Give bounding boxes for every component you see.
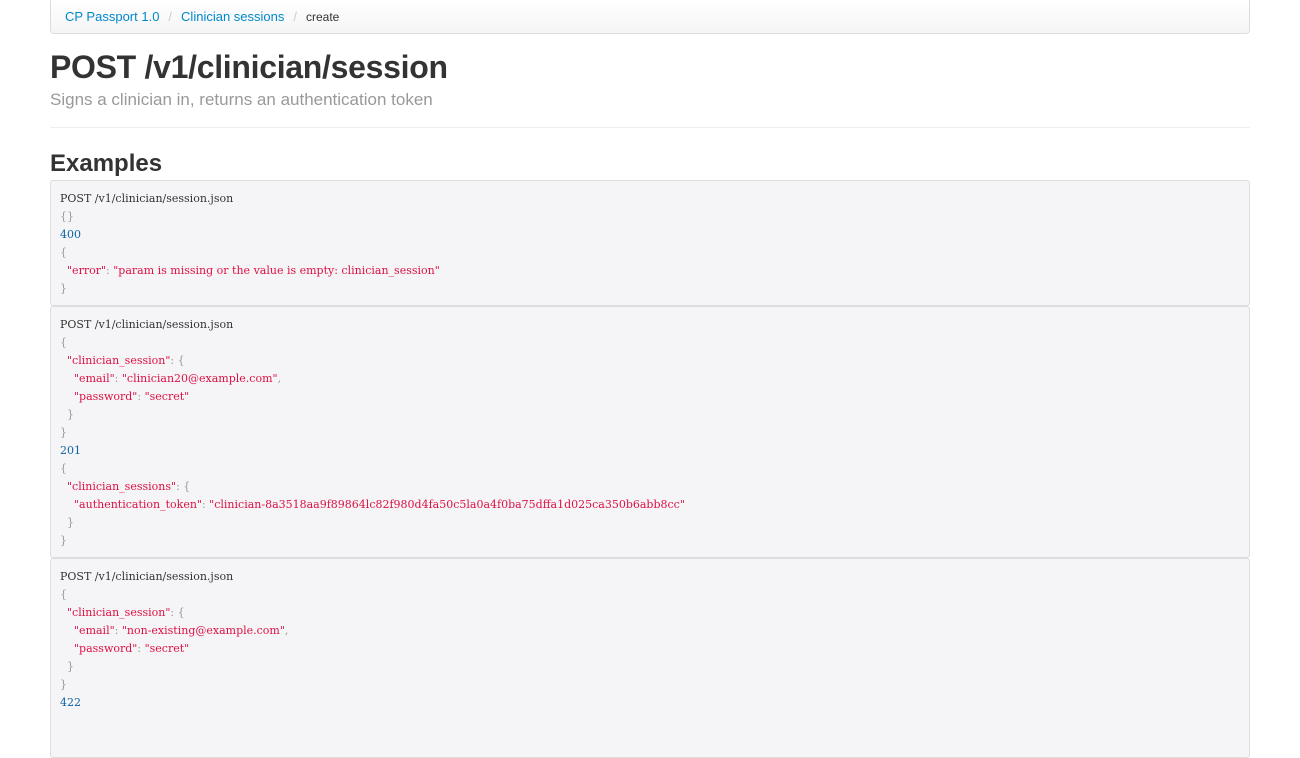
json-key: "clinician_session" — [67, 354, 171, 367]
examples-heading: Examples — [50, 150, 163, 177]
json-string: "param is missing or the value is empty:… — [113, 264, 440, 277]
response-status: 422 — [60, 696, 81, 709]
breadcrumb-link-home[interactable]: CP Passport 1.0 — [65, 9, 159, 24]
breadcrumb-separator: / — [168, 9, 173, 24]
json-key: "error" — [67, 264, 107, 277]
json-string: "non-existing@example.com" — [121, 624, 285, 637]
json-string: "clinician20@example.com" — [121, 372, 278, 385]
breadcrumb-link-clinician-sessions[interactable]: Clinician sessions — [181, 9, 284, 24]
example-code-block: POST /v1/clinician/session.json{ "clinic… — [50, 558, 1250, 758]
breadcrumb: CP Passport 1.0 / Clinician sessions / c… — [50, 0, 1250, 34]
json-key: "clinician_sessions" — [67, 480, 177, 493]
request-body: {} — [60, 210, 74, 223]
divider — [50, 127, 1250, 128]
page-title: POST /v1/clinician/session — [50, 49, 448, 85]
json-key: "authentication_token" — [74, 498, 202, 511]
json-key: "email" — [74, 372, 115, 385]
request-line: POST /v1/clinician/session.json — [60, 318, 234, 331]
request-line: POST /v1/clinician/session.json — [60, 192, 234, 205]
json-key: "password" — [74, 642, 138, 655]
breadcrumb-separator: / — [293, 9, 297, 24]
json-key: "clinician_session" — [67, 606, 171, 619]
example-code-block: POST /v1/clinician/session.json{ "clinic… — [50, 306, 1250, 558]
example-code-block: POST /v1/clinician/session.json{} 400{ "e… — [50, 180, 1250, 306]
response-status: 400 — [60, 228, 81, 241]
response-status: 201 — [60, 444, 81, 457]
request-line: POST /v1/clinician/session.json — [60, 570, 234, 583]
json-key: "email" — [74, 624, 115, 637]
page-subtitle: Signs a clinician in, returns an authent… — [50, 90, 433, 109]
json-string: "clinician-8a3518aa9f89864lc82f980d4fa50… — [209, 498, 685, 511]
breadcrumb-current: create — [306, 9, 340, 24]
page-container: CP Passport 1.0 / Clinician sessions / c… — [50, 0, 1250, 758]
json-string: "secret" — [144, 390, 190, 403]
json-key: "password" — [74, 390, 138, 403]
json-string: "secret" — [144, 642, 190, 655]
